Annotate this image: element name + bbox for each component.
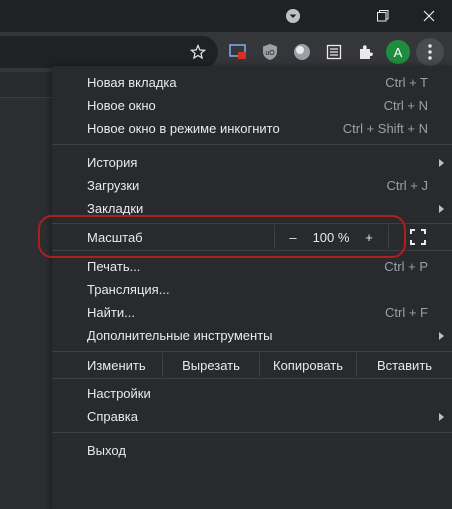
menu-item-downloads[interactable]: Загрузки Ctrl + J bbox=[52, 174, 452, 197]
submenu-arrow-icon bbox=[439, 412, 444, 421]
menu-item-label: Печать... bbox=[87, 259, 141, 274]
chrome-main-menu: Новая вкладка Ctrl + T Новое окно Ctrl +… bbox=[52, 66, 452, 509]
menu-item-label: Загрузки bbox=[87, 178, 140, 193]
menu-item-label: Новая вкладка bbox=[87, 75, 177, 90]
paste-button[interactable]: Вставить bbox=[357, 353, 452, 377]
menu-item-label: Новое окно в режиме инкогнито bbox=[87, 121, 280, 136]
menu-item-shortcut: Ctrl + F bbox=[385, 305, 428, 320]
menu-item-label: Новое окно bbox=[87, 98, 156, 113]
menu-item-label: Найти... bbox=[87, 305, 135, 320]
menu-item-history[interactable]: История bbox=[52, 151, 452, 174]
menu-item-label: Справка bbox=[87, 409, 138, 424]
title-bar bbox=[0, 0, 452, 32]
kebab-menu-icon bbox=[428, 44, 432, 60]
zoom-highlight-annotation bbox=[38, 215, 406, 258]
extensions-button[interactable] bbox=[354, 40, 378, 64]
menu-item-shortcut: Ctrl + N bbox=[383, 98, 428, 113]
menu-item-new-tab[interactable]: Новая вкладка Ctrl + T bbox=[52, 71, 452, 94]
chrome-menu-button[interactable] bbox=[416, 38, 444, 66]
ublock-extension-button[interactable]: uO bbox=[258, 40, 282, 64]
menu-item-find[interactable]: Найти... Ctrl + F bbox=[52, 301, 452, 324]
menu-divider bbox=[52, 144, 452, 145]
menu-item-label: Трансляция... bbox=[87, 282, 170, 297]
circle-extension-button[interactable] bbox=[290, 40, 314, 64]
close-icon bbox=[423, 10, 435, 22]
tab-search-button[interactable] bbox=[270, 0, 316, 32]
star-icon bbox=[190, 44, 206, 60]
menu-divider bbox=[52, 351, 452, 352]
menu-item-cast[interactable]: Трансляция... bbox=[52, 278, 452, 301]
restore-icon bbox=[377, 10, 389, 22]
menu-divider bbox=[52, 432, 452, 433]
menu-item-shortcut: Ctrl + J bbox=[386, 178, 428, 193]
submenu-arrow-icon bbox=[439, 204, 444, 213]
cut-button[interactable]: Вырезать bbox=[163, 353, 259, 377]
edit-label: Изменить bbox=[87, 357, 146, 373]
submenu-arrow-icon bbox=[439, 331, 444, 340]
menu-item-settings[interactable]: Настройки bbox=[52, 382, 452, 405]
menu-item-label: Дополнительные инструменты bbox=[87, 328, 273, 343]
menu-item-shortcut: Ctrl + Shift + N bbox=[342, 121, 428, 136]
menu-item-new-window[interactable]: Новое окно Ctrl + N bbox=[52, 94, 452, 117]
svg-text:uO: uO bbox=[265, 50, 275, 57]
submenu-arrow-icon bbox=[439, 158, 444, 167]
close-button[interactable] bbox=[406, 0, 452, 32]
menu-item-print[interactable]: Печать... Ctrl + P bbox=[52, 255, 452, 278]
profile-avatar[interactable]: A bbox=[386, 40, 410, 64]
page-header-strip bbox=[0, 72, 60, 98]
edit-row: Изменить Вырезать Копировать Вставить bbox=[52, 353, 452, 377]
menu-item-exit[interactable]: Выход bbox=[52, 439, 452, 462]
puzzle-icon bbox=[360, 45, 373, 59]
bookmark-star-button[interactable] bbox=[186, 40, 210, 64]
menu-divider bbox=[52, 378, 452, 379]
menu-item-shortcut: Ctrl + T bbox=[385, 75, 428, 90]
menu-item-label: Настройки bbox=[87, 386, 151, 401]
menu-item-more-tools[interactable]: Дополнительные инструменты bbox=[52, 324, 452, 347]
menu-item-shortcut: Ctrl + P bbox=[384, 259, 428, 274]
menu-item-help[interactable]: Справка bbox=[52, 405, 452, 428]
cast-extension-button[interactable] bbox=[226, 40, 250, 64]
menu-item-label: Выход bbox=[87, 443, 126, 458]
document-extension-button[interactable] bbox=[322, 40, 346, 64]
chevron-down-icon bbox=[286, 9, 300, 23]
menu-item-label: Закладки bbox=[87, 201, 144, 216]
ublock-icon: uO bbox=[263, 44, 277, 60]
menu-item-incognito-window[interactable]: Новое окно в режиме инкогнито Ctrl + Shi… bbox=[52, 117, 452, 140]
menu-item-label: История bbox=[87, 155, 138, 170]
circle-extension-icon bbox=[294, 44, 310, 60]
restore-button[interactable] bbox=[360, 0, 406, 32]
document-extension-icon bbox=[326, 44, 342, 60]
cast-extension-icon bbox=[229, 44, 246, 59]
copy-button[interactable]: Копировать bbox=[260, 353, 356, 377]
fullscreen-icon[interactable] bbox=[410, 229, 426, 245]
